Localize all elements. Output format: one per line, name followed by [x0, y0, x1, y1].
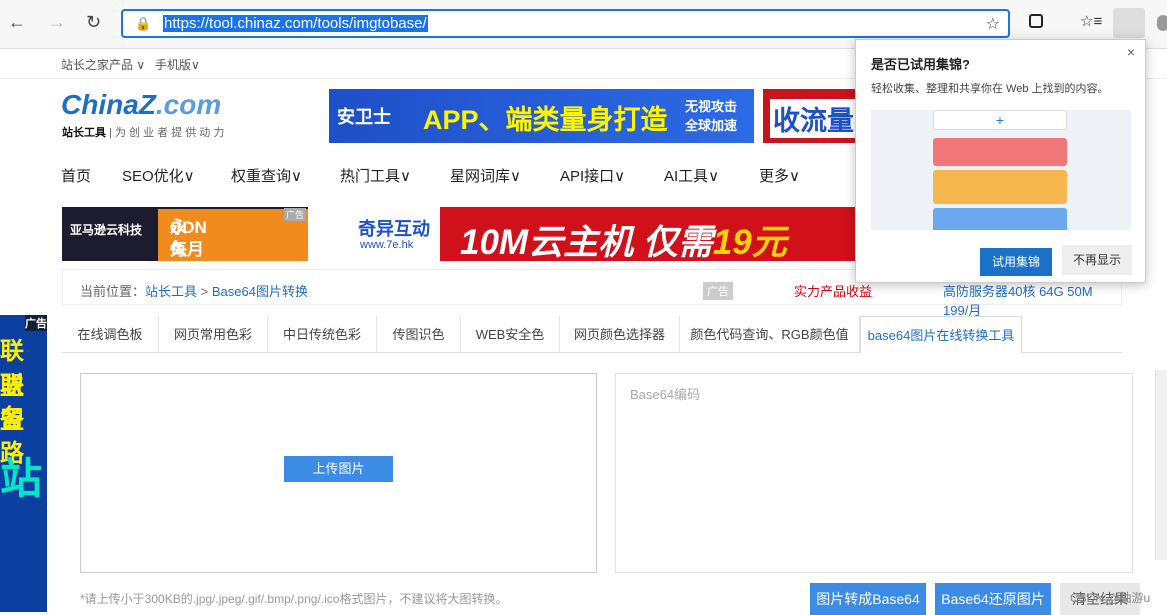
forward-button[interactable]: →	[48, 12, 66, 33]
products-menu[interactable]: 站长之家产品 ∨	[61, 56, 145, 73]
nav-item-keywords[interactable]: 星网词库∨	[450, 165, 521, 186]
breadcrumb-link-tools[interactable]: 站长工具	[145, 284, 197, 299]
banner-ad-traffic[interactable]: 收流量	[763, 89, 858, 143]
card-blue	[933, 208, 1067, 230]
breadcrumb-link-base64[interactable]: Base64图片转换	[212, 284, 308, 299]
side-ad[interactable]: 广告 联盟 联盟 各路 站	[0, 315, 47, 612]
favorite-star-icon[interactable]: ☆	[986, 14, 1000, 34]
ad-text-link[interactable]: 实力产品收益	[794, 281, 872, 300]
tab-web-colors[interactable]: 网页常用色彩	[159, 316, 268, 353]
card-red	[933, 138, 1067, 166]
tab-color-picker[interactable]: 网页颜色选择器	[560, 316, 680, 353]
nav-item-home[interactable]: 首页	[61, 165, 91, 186]
ad-text-link-server[interactable]: 高防服务器40核 64G 50M 199/月	[943, 281, 1121, 319]
upload-image-button[interactable]: 上传图片	[284, 456, 393, 482]
nav-item-more[interactable]: 更多∨	[759, 165, 800, 186]
nav-item-weight[interactable]: 权重查询∨	[231, 165, 302, 186]
nav-item-ai-tools[interactable]: AI工具∨	[664, 165, 719, 186]
collections-popup: × 是否已试用集锦? 轻松收集、整理和共享你在 Web 上找到的内容。 + 试用…	[855, 39, 1146, 283]
nav-item-api[interactable]: API接口∨	[560, 165, 625, 186]
collections-illustration: +	[871, 110, 1131, 230]
mobile-menu[interactable]: 手机版∨	[155, 56, 200, 73]
right-scroll-widget[interactable]	[1155, 370, 1167, 560]
site-logo[interactable]: ChinaZ.com	[61, 89, 221, 121]
nav-item-hot-tools[interactable]: 热门工具∨	[340, 165, 411, 186]
ad-cloud-host[interactable]: 奇异互动 www.7e.hk 10M云主机 仅需19元	[316, 207, 855, 262]
url-text[interactable]: https://tool.chinaz.com/tools/imgtobase/	[163, 15, 428, 32]
nav-item-seo[interactable]: SEO优化∨	[122, 165, 195, 186]
favorites-icon[interactable]: ☆≡	[1080, 12, 1102, 30]
tab-base64-image[interactable]: base64图片在线转换工具	[860, 316, 1022, 354]
tab-web-safe-colors[interactable]: WEB安全色	[461, 316, 560, 353]
extension-icon[interactable]	[1029, 14, 1043, 28]
tab-color-palette[interactable]: 在线调色板	[62, 316, 159, 353]
watermark: CSDN @柚游u	[1070, 591, 1151, 605]
plus-icon: +	[933, 110, 1067, 130]
dont-show-again-button[interactable]: 不再显示	[1062, 245, 1132, 275]
address-bar[interactable]: 🔒 https://tool.chinaz.com/tools/imgtobas…	[121, 9, 1010, 38]
site-slogan: 站长工具 | 为 创 业 者 提 供 动 力	[62, 127, 225, 139]
back-button[interactable]: ←	[8, 12, 26, 33]
close-icon[interactable]: ×	[1127, 44, 1135, 60]
tool-tabs: 在线调色板 网页常用色彩 中日传统色彩 传图识色 WEB安全色 网页颜色选择器 …	[62, 316, 1122, 354]
base64-textarea[interactable]: Base64编码	[615, 373, 1133, 573]
popup-title: 是否已试用集锦?	[871, 57, 970, 72]
upload-note: *请上传小于300KB的.jpg/.jpeg/.gif/.bmp/.png/.i…	[80, 592, 508, 606]
try-collections-button[interactable]: 试用集锦	[980, 248, 1052, 276]
profile-avatar[interactable]	[1157, 15, 1167, 31]
base64-to-image-button[interactable]: Base64还原图片	[935, 583, 1051, 615]
image-to-base64-button[interactable]: 图片转成Base64	[810, 583, 926, 615]
popup-description: 轻松收集、整理和共享你在 Web 上找到的内容。	[871, 83, 1109, 95]
ad-aws-cdn[interactable]: 亚马逊云科技 CDN每月1TB 永久免费 广告	[62, 207, 308, 303]
card-yellow	[933, 170, 1067, 204]
lock-icon[interactable]: 🔒	[135, 16, 151, 32]
tab-rgb-lookup[interactable]: 颜色代码查询、RGB颜色值	[680, 316, 860, 353]
collections-icon[interactable]	[1113, 8, 1145, 38]
tab-pick-color[interactable]: 传图识色	[377, 316, 461, 353]
tab-traditional-colors[interactable]: 中日传统色彩	[268, 316, 377, 353]
banner-ad-anweishi[interactable]: 安卫士 APP、端类量身打造 无视攻击 全球加速	[329, 89, 754, 143]
reload-button[interactable]: ↻	[86, 12, 101, 33]
